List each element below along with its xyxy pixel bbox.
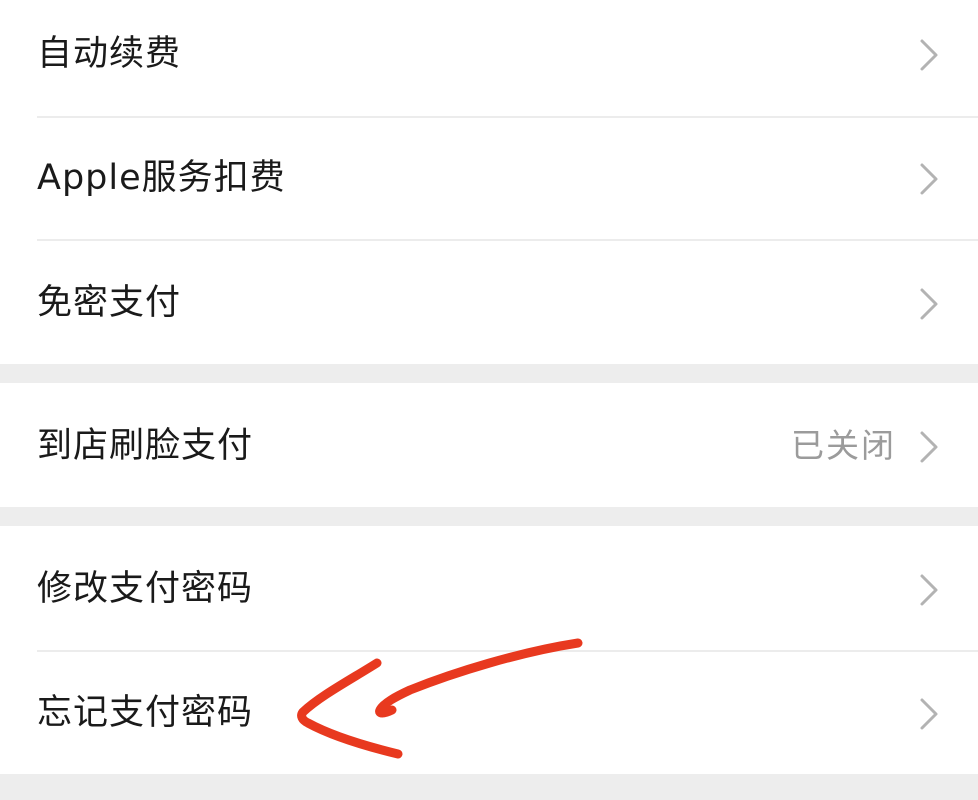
- chevron-right-icon: [920, 39, 938, 71]
- row-label: Apple服务扣费: [37, 158, 286, 198]
- row-auto-renew[interactable]: 自动续费: [0, 0, 978, 116]
- row-label: 免密支付: [37, 283, 182, 323]
- settings-group-2: 到店刷脸支付 已关闭: [0, 383, 978, 507]
- row-change-payment-password[interactable]: 修改支付密码: [0, 526, 978, 650]
- row-label: 修改支付密码: [37, 569, 254, 609]
- row-label: 自动续费: [37, 34, 182, 74]
- row-apple-service-deduction[interactable]: Apple服务扣费: [0, 118, 978, 239]
- chevron-right-icon: [920, 574, 938, 606]
- chevron-right-icon: [920, 163, 938, 195]
- row-face-pay-in-store[interactable]: 到店刷脸支付 已关闭: [0, 383, 978, 507]
- row-status-value: 已关闭: [791, 426, 896, 465]
- row-label: 忘记支付密码: [37, 693, 254, 733]
- chevron-right-icon: [920, 288, 938, 320]
- row-password-free-payment[interactable]: 免密支付: [0, 241, 978, 364]
- row-forgot-payment-password[interactable]: 忘记支付密码: [0, 652, 978, 774]
- chevron-right-icon: [920, 698, 938, 730]
- settings-group-3: 修改支付密码 忘记支付密码: [0, 526, 978, 774]
- settings-group-1: 自动续费 Apple服务扣费 免密支付: [0, 0, 978, 364]
- row-label: 到店刷脸支付: [37, 426, 254, 466]
- chevron-right-icon: [920, 431, 938, 463]
